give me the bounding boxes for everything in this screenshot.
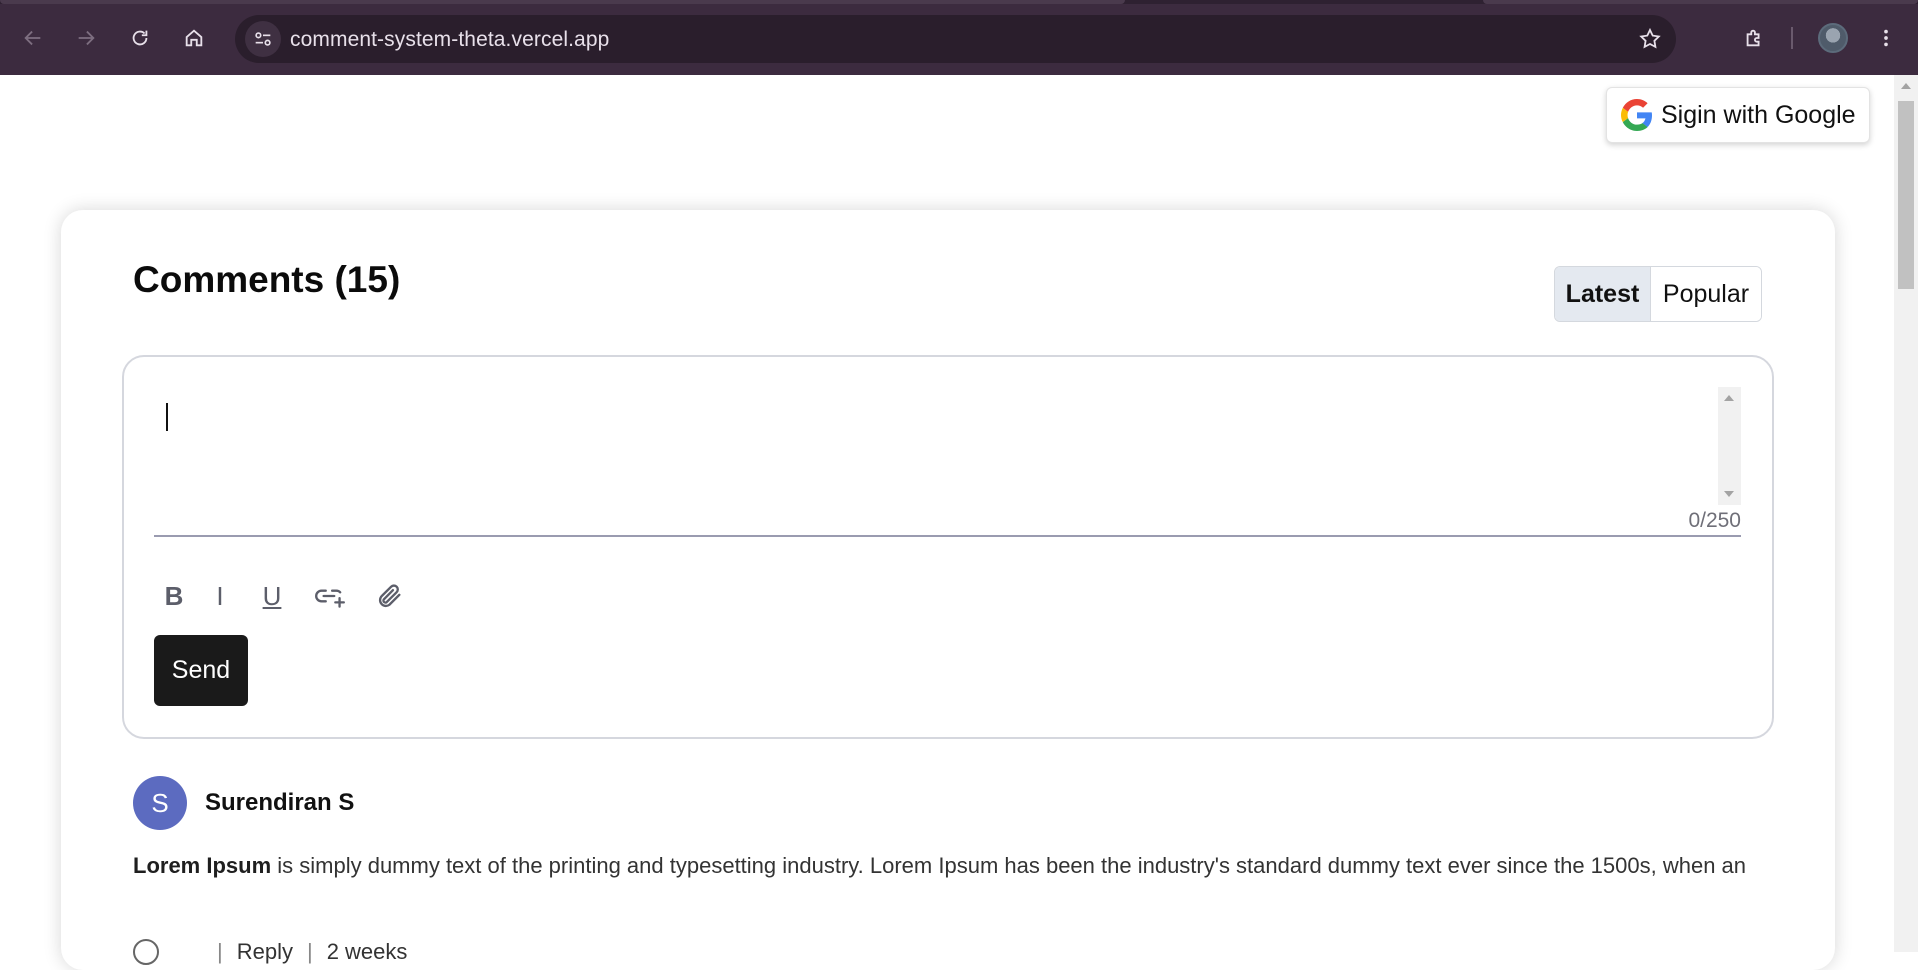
italic-button[interactable]: I <box>194 576 246 616</box>
arrow-left-icon <box>24 30 41 46</box>
reload-button[interactable] <box>122 20 158 56</box>
text-caret <box>166 403 168 431</box>
meta-divider: | <box>217 939 223 964</box>
extensions-button[interactable] <box>1736 20 1772 56</box>
google-signin-button[interactable]: Sigin with Google <box>1606 87 1870 143</box>
home-icon <box>185 29 203 47</box>
profile-avatar[interactable] <box>1818 23 1848 53</box>
scroll-up-arrow-icon[interactable] <box>1901 83 1911 89</box>
character-counter: 0/250 <box>1688 509 1741 532</box>
underline-button[interactable]: U <box>246 576 298 616</box>
textarea-underline <box>154 535 1741 537</box>
comment-author[interactable]: Surendiran S <box>205 789 354 817</box>
address-bar[interactable]: comment-system-theta.vercel.app <box>235 15 1676 63</box>
google-signin-label: Sigin with Google <box>1661 100 1856 129</box>
scrollbar-thumb[interactable] <box>1898 101 1914 289</box>
insert-link-button[interactable] <box>298 576 362 616</box>
puzzle-icon <box>1746 29 1760 47</box>
comment-body-bold: Lorem Ipsum <box>133 853 272 878</box>
comments-title: Comments (15) <box>133 259 401 300</box>
tab[interactable] <box>1483 0 1918 4</box>
toolbar-divider <box>1791 27 1793 49</box>
tab[interactable] <box>0 0 1125 4</box>
sort-toggle: Latest Popular <box>1554 266 1762 322</box>
menu-button[interactable] <box>1868 20 1904 56</box>
back-button[interactable] <box>15 20 51 56</box>
textarea-scrollbar[interactable] <box>1718 387 1741 505</box>
attach-file-button[interactable] <box>362 576 418 616</box>
add-link-icon <box>315 589 345 608</box>
google-logo-icon <box>1621 99 1652 131</box>
comment-textarea[interactable] <box>154 387 1741 505</box>
avatar: S <box>133 776 187 830</box>
url-text[interactable]: comment-system-theta.vercel.app <box>290 28 609 52</box>
comment-body: Lorem Ipsum is simply dummy text of the … <box>133 853 1853 879</box>
sort-popular-tab[interactable]: Popular <box>1651 267 1761 321</box>
kebab-menu-icon <box>1884 29 1888 47</box>
send-button[interactable]: Send <box>154 635 248 706</box>
tab-strip <box>0 0 1918 4</box>
comment-actions: | Reply | 2 weeks <box>133 937 407 967</box>
browser-toolbar: comment-system-theta.vercel.app <box>0 0 1918 75</box>
reload-icon <box>132 30 148 46</box>
formatting-toolbar: B I U <box>154 576 418 616</box>
scroll-down-arrow-icon[interactable] <box>1724 491 1734 497</box>
home-button[interactable] <box>176 20 212 56</box>
scroll-up-arrow-icon[interactable] <box>1724 395 1734 401</box>
meta-divider: | <box>306 939 313 964</box>
comment-timestamp: 2 weeks <box>326 939 408 964</box>
page-scrollbar[interactable] <box>1894 75 1918 952</box>
sort-latest-tab[interactable]: Latest <box>1555 267 1651 321</box>
bold-button[interactable]: B <box>154 576 194 616</box>
arrow-right-icon <box>78 30 95 46</box>
emoji-reaction-icon[interactable] <box>133 939 159 965</box>
forward-button[interactable] <box>68 20 104 56</box>
site-info-icon[interactable] <box>245 21 281 57</box>
paperclip-icon <box>378 584 401 608</box>
reply-link[interactable]: Reply <box>237 939 293 965</box>
comment-body-text: is simply dummy text of the printing and… <box>271 853 1747 878</box>
bookmark-star-icon[interactable] <box>1636 25 1664 53</box>
